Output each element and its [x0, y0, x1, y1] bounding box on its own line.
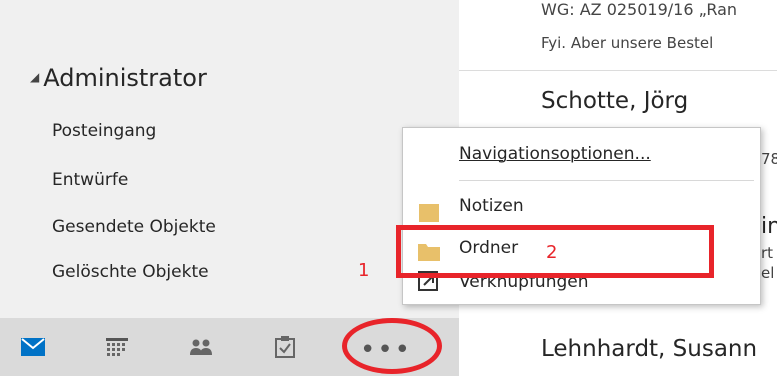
mail-separator — [459, 70, 777, 71]
menu-item-navigationsoptionen[interactable]: Navigationsoptionen... — [403, 138, 760, 172]
menu-separator — [459, 180, 754, 181]
mail-line-fragment-1: rt — [761, 244, 774, 262]
mail-line-fragment-2: el — [761, 264, 775, 282]
account-name: Administrator — [43, 64, 207, 92]
mail-icon[interactable] — [20, 334, 46, 360]
menu-label-notizen: Notizen — [459, 196, 524, 216]
calendar-icon[interactable] — [104, 334, 130, 360]
account-header[interactable]: ◢ Administrator — [30, 64, 207, 92]
folder-item-posteingang[interactable]: Posteingang — [52, 121, 156, 141]
mail-preview-top[interactable]: Fyi. Aber unsere Bestel — [541, 34, 713, 52]
menu-item-notizen[interactable]: Notizen — [403, 192, 760, 226]
mail-sender-lehnhardt[interactable]: Lehnhardt, Susann — [541, 336, 757, 362]
people-icon[interactable] — [188, 334, 214, 360]
mail-sender-schotte[interactable]: Schotte, Jörg — [541, 88, 688, 114]
notes-icon — [419, 204, 439, 222]
folder-item-geloeschte-objekte[interactable]: Gelöschte Objekte — [52, 262, 209, 282]
mail-sender-fragment: in — [761, 214, 777, 239]
annotation-circle-more — [342, 318, 442, 374]
annotation-step-1: 1 — [358, 260, 370, 281]
navigation-more-menu: Navigationsoptionen... Notizen Ordner Ve… — [402, 127, 761, 305]
menu-label-navigationsoptionen: Navigationsoptionen... — [459, 144, 651, 164]
mail-preview-fragment: 78 — [761, 150, 777, 168]
mail-subject-top[interactable]: WG: AZ 025019/16 „Ran — [541, 0, 737, 19]
annotation-highlight-ordner — [396, 225, 714, 278]
collapse-triangle-icon[interactable]: ◢ — [30, 70, 39, 84]
tasks-icon[interactable] — [272, 334, 298, 360]
folder-item-entwuerfe[interactable]: Entwürfe — [52, 170, 128, 190]
folder-item-gesendete-objekte[interactable]: Gesendete Objekte — [52, 217, 216, 237]
